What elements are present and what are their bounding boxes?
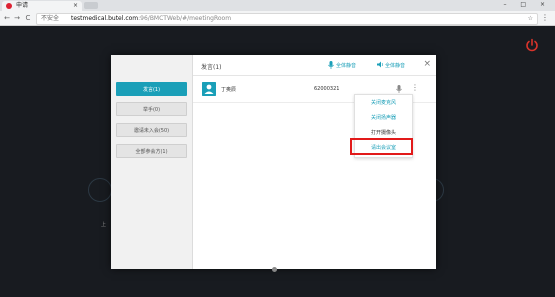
- sidebar-item-speaking[interactable]: 发言(1): [116, 82, 187, 96]
- speaker-icon: [377, 61, 383, 68]
- browser-tabbar: 申请 × – □ ×: [0, 0, 555, 11]
- participants-sidebar: 发言(1) 举手(0) 邀请未入会(50) 全部参会方(1): [111, 55, 193, 269]
- participant-microphone-icon[interactable]: [396, 85, 402, 93]
- bookmark-star-icon[interactable]: ☆: [528, 14, 533, 24]
- security-indicator[interactable]: 不安全: [41, 14, 59, 24]
- url-path: :96/BMCTWeb/#/meetingRoom: [138, 15, 232, 22]
- forward-icon[interactable]: →: [13, 14, 21, 22]
- browser-tab[interactable]: 申请 ×: [2, 1, 82, 11]
- sidebar-item-all-participants[interactable]: 全部参会方(1): [116, 144, 187, 158]
- power-icon[interactable]: [525, 38, 539, 52]
- more-options-icon[interactable]: ⋮: [411, 84, 419, 92]
- user-avatar-icon: [202, 82, 216, 96]
- dialog-title: 发言(1): [201, 64, 222, 71]
- back-icon[interactable]: ←: [3, 14, 11, 22]
- sidebar-item-raised-hand[interactable]: 举手(0): [116, 102, 187, 116]
- menu-item-mute-microphone[interactable]: 关闭麦克风: [355, 96, 412, 110]
- sidebar-item-invited-not-joined[interactable]: 邀请未入会(50): [116, 123, 187, 137]
- participants-dialog: 发言(1) 举手(0) 邀请未入会(50) 全部参会方(1) 发言(1) 全体静…: [111, 55, 436, 269]
- annotation-highlight-box: [350, 138, 413, 155]
- tab-close-icon[interactable]: ×: [73, 1, 78, 11]
- browser-toolbar: ← → C 不安全 testmedical.butel.com:96/BMCTW…: [0, 11, 555, 26]
- microphone-icon: [328, 61, 334, 69]
- reload-icon[interactable]: C: [24, 14, 32, 22]
- background-dot: [272, 267, 277, 272]
- close-icon[interactable]: ×: [423, 59, 431, 69]
- mute-speakers-all-label: 全体静音: [385, 63, 406, 69]
- participant-id: 62000321: [314, 86, 340, 92]
- address-bar[interactable]: 不安全 testmedical.butel.com:96/BMCTWeb/#/m…: [36, 13, 538, 25]
- menu-item-mute-speaker[interactable]: 关闭扬声器: [355, 111, 412, 125]
- dialog-header: 发言(1) 全体静音 全体静音 ×: [193, 55, 436, 76]
- window-controls[interactable]: – □ ×: [503, 0, 551, 10]
- opera-logo-icon: [6, 3, 12, 9]
- participant-name: 丁奥辰: [221, 87, 237, 93]
- url-text: testmedical.butel.com:96/BMCTWeb/#/meeti…: [71, 14, 231, 24]
- background-label: 上: [101, 222, 107, 228]
- new-tab-button[interactable]: [84, 2, 98, 9]
- background-ring: [88, 178, 112, 202]
- browser-menu-icon[interactable]: ⋮: [541, 13, 549, 22]
- url-host: testmedical.butel.com: [71, 15, 139, 22]
- tab-title: 申请: [16, 2, 29, 9]
- mute-all-label: 全体静音: [336, 63, 357, 69]
